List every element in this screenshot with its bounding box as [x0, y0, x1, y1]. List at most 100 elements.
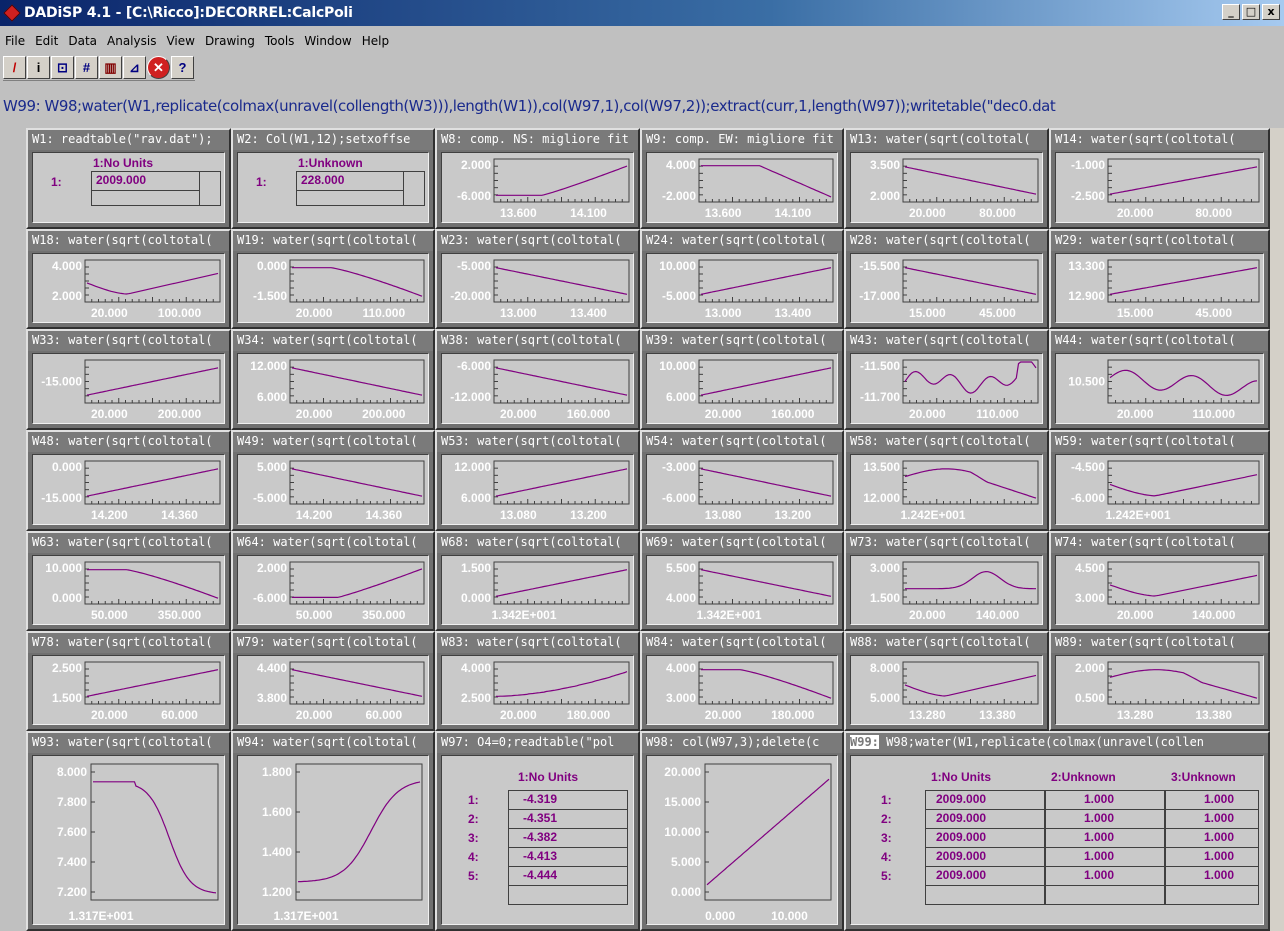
window-w34[interactable]: W34: water(sqrt(coltotal(12.000 6.000 20.0…: [231, 329, 435, 430]
window-w99-body[interactable]: 1:No Units 2:Unknown 3:Unknown 1: 2009.000 1.…: [850, 755, 1264, 925]
window-w93-title[interactable]: W93: water(sqrt(coltotal(: [28, 733, 229, 753]
window-w78-title[interactable]: W78: water(sqrt(coltotal(: [28, 633, 229, 653]
window-w97-cell[interactable]: -4.351: [508, 809, 628, 829]
window-w99-cell[interactable]: 1.000: [1045, 809, 1165, 829]
window-w64[interactable]: W64: water(sqrt(coltotal(2.000 -6.000 50.0…: [231, 531, 435, 631]
window-w98-body[interactable]: 20.000 15.000 10.000 5.000 0.000 0.000 10.000: [646, 755, 838, 925]
window-w99-cell[interactable]: 1.000: [1165, 809, 1259, 829]
window-w13[interactable]: W13: water(sqrt(coltotal(3.500 2.000 20.00…: [844, 128, 1049, 229]
window-w89-title[interactable]: W89: water(sqrt(coltotal(: [1051, 633, 1268, 653]
window-w83-title[interactable]: W83: water(sqrt(coltotal(: [437, 633, 638, 653]
window-w99-cell[interactable]: 2009.000: [925, 866, 1045, 886]
window-w44-title[interactable]: W44: water(sqrt(coltotal(: [1051, 331, 1268, 351]
window-w8-title[interactable]: W8: comp. NS: migliore fit: [437, 130, 638, 150]
window-w29-title[interactable]: W29: water(sqrt(coltotal(: [1051, 231, 1268, 251]
window-w68-title[interactable]: W68: water(sqrt(coltotal(: [437, 533, 638, 553]
window-w38[interactable]: W38: water(sqrt(coltotal(-6.000 -12.000 20…: [435, 329, 640, 430]
window-w99-cell[interactable]: 2009.000: [925, 790, 1045, 810]
window-w34-title[interactable]: W34: water(sqrt(coltotal(: [233, 331, 433, 351]
window-w48-title[interactable]: W48: water(sqrt(coltotal(: [28, 432, 229, 452]
window-w19-title[interactable]: W19: water(sqrt(coltotal(: [233, 231, 433, 251]
window-w33-body[interactable]: -15.000 20.000 200.000: [32, 353, 225, 424]
window-w99-cell[interactable]: 2009.000: [925, 809, 1045, 829]
window-w89[interactable]: W89: water(sqrt(coltotal(2.000 0.500 13.28…: [1049, 631, 1270, 731]
window-w88[interactable]: W88: water(sqrt(coltotal(8.000 5.000 13.28…: [844, 631, 1049, 731]
window-w13-body[interactable]: 3.500 2.000 20.000 80.000: [850, 152, 1043, 223]
window-w23-body[interactable]: -5.000 -20.000 13.000 13.400: [441, 253, 634, 323]
window-w93-body[interactable]: 8.000 7.800 7.600 7.400 7.200 1.317E+001: [32, 755, 225, 925]
window-w43-title[interactable]: W43: water(sqrt(coltotal(: [846, 331, 1047, 351]
window-w18-body[interactable]: 4.000 2.000 20.000 100.000: [32, 253, 225, 323]
window-w29[interactable]: W29: water(sqrt(coltotal(13.300 12.900 15.…: [1049, 229, 1270, 329]
window-w99-cell[interactable]: 1.000: [1165, 790, 1259, 810]
window-w63-body[interactable]: 10.000 0.000 50.000 350.000: [32, 555, 225, 625]
window-w23[interactable]: W23: water(sqrt(coltotal(-5.000 -20.000 13…: [435, 229, 640, 329]
window-w97-cell[interactable]: -4.319: [508, 790, 628, 810]
window-w79[interactable]: W79: water(sqrt(coltotal(4.400 3.800 20.00…: [231, 631, 435, 731]
window-w39[interactable]: W39: water(sqrt(coltotal(10.000 6.000 20.0…: [640, 329, 844, 430]
window-w14-title[interactable]: W14: water(sqrt(coltotal(: [1051, 130, 1268, 150]
menu-file[interactable]: File: [0, 31, 30, 51]
window-w53[interactable]: W53: water(sqrt(coltotal(12.000 6.000 13.0…: [435, 430, 640, 531]
window-w99[interactable]: W99: W98;water(W1,replicate(colmax(unrav…: [844, 731, 1270, 931]
window-w8-body[interactable]: 2.000 -6.000 13.600 14.100: [441, 152, 634, 223]
window-w74-title[interactable]: W74: water(sqrt(coltotal(: [1051, 533, 1268, 553]
window-w54-body[interactable]: -3.000 -6.000 13.080 13.200: [646, 454, 838, 525]
menu-drawing[interactable]: Drawing: [200, 31, 260, 51]
window-w97-body[interactable]: 1:No Units 1: -4.319 2: -4.351 3: -4.382 4: -4.4…: [441, 755, 634, 925]
window-w74[interactable]: W74: water(sqrt(coltotal(4.500 3.000 20.00…: [1049, 531, 1270, 631]
window-w53-title[interactable]: W53: water(sqrt(coltotal(: [437, 432, 638, 452]
window-w38-body[interactable]: -6.000 -12.000 20.000 160.000: [441, 353, 634, 424]
annotate-button[interactable]: ⊿: [123, 56, 146, 79]
window-w28[interactable]: W28: water(sqrt(coltotal(-15.500 -17.000 1…: [844, 229, 1049, 329]
window-w99-cell[interactable]: 2009.000: [925, 847, 1045, 867]
window-w99-cell[interactable]: 2009.000: [925, 828, 1045, 848]
vertical-scrollbar[interactable]: [1270, 128, 1284, 931]
command-line[interactable]: W99: W98;water(W1,replicate(colmax(unrav…: [0, 93, 1284, 119]
window-w33[interactable]: W33: water(sqrt(coltotal(-15.000 20.000 20…: [26, 329, 231, 430]
window-w69-title[interactable]: W69: water(sqrt(coltotal(: [642, 533, 842, 553]
window-w79-title[interactable]: W79: water(sqrt(coltotal(: [233, 633, 433, 653]
window-w99-cell[interactable]: 1.000: [1045, 790, 1165, 810]
maximize-button[interactable]: □: [1242, 4, 1260, 20]
window-w2-cell[interactable]: 228.000: [296, 171, 404, 191]
window-w19[interactable]: W19: water(sqrt(coltotal(0.000 -1.500 20.0…: [231, 229, 435, 329]
pencil-button[interactable]: /: [3, 56, 26, 79]
window-w2-title[interactable]: W2: Col(W1,12);setxoffse: [233, 130, 433, 150]
window-w84-body[interactable]: 4.000 3.000 20.000 180.000: [646, 655, 838, 725]
window-w59-title[interactable]: W59: water(sqrt(coltotal(: [1051, 432, 1268, 452]
menu-analysis[interactable]: Analysis: [102, 31, 161, 51]
window-w44[interactable]: W44: water(sqrt(coltotal(10.500 20.000 110…: [1049, 329, 1270, 430]
window-w99-title[interactable]: W99: W98;water(W1,replicate(colmax(unrav…: [846, 733, 1268, 753]
window-w99-cell[interactable]: 1.000: [1045, 828, 1165, 848]
window-w2-body[interactable]: 1:Unknown 1: 228.000: [237, 152, 429, 223]
window-w24-title[interactable]: W24: water(sqrt(coltotal(: [642, 231, 842, 251]
window-w39-title[interactable]: W39: water(sqrt(coltotal(: [642, 331, 842, 351]
window-w34-body[interactable]: 12.000 6.000 20.000 200.000: [237, 353, 429, 424]
window-w68[interactable]: W68: water(sqrt(coltotal(1.500 0.000 1.342…: [435, 531, 640, 631]
window-w89-body[interactable]: 2.000 0.500 13.280 13.380: [1055, 655, 1264, 725]
menu-view[interactable]: View: [161, 31, 199, 51]
window-w14-body[interactable]: -1.000 -2.500 20.000 80.000: [1055, 152, 1264, 223]
active-window-label[interactable]: W99:: [850, 735, 879, 749]
window-w1-body[interactable]: 1:No Units 1: 2009.000: [32, 152, 225, 223]
minimize-button[interactable]: _: [1222, 4, 1240, 20]
menu-edit[interactable]: Edit: [30, 31, 63, 51]
window-w33-title[interactable]: W33: water(sqrt(coltotal(: [28, 331, 229, 351]
window-w97-cell[interactable]: -4.413: [508, 847, 628, 867]
window-w98[interactable]: W98: col(W97,3);delete(c 20.000 15.000 10.0…: [640, 731, 844, 931]
window-w18-title[interactable]: W18: water(sqrt(coltotal(: [28, 231, 229, 251]
window-w68-body[interactable]: 1.500 0.000 1.342E+001: [441, 555, 634, 625]
grid-button[interactable]: #: [75, 56, 98, 79]
window-w24[interactable]: W24: water(sqrt(coltotal(10.000 -5.000 13.…: [640, 229, 844, 329]
window-w54-title[interactable]: W54: water(sqrt(coltotal(: [642, 432, 842, 452]
window-w24-body[interactable]: 10.000 -5.000 13.000 13.400: [646, 253, 838, 323]
window-w97-cell[interactable]: -4.382: [508, 828, 628, 848]
stop-button[interactable]: ✕: [147, 56, 170, 79]
window-w9[interactable]: W9: comp. EW: migliore fit 4.000 -2.000 13.…: [640, 128, 844, 229]
window-w59-body[interactable]: -4.500 -6.000 1.242E+001: [1055, 454, 1264, 525]
window-w63[interactable]: W63: water(sqrt(coltotal(10.000 0.000 50.0…: [26, 531, 231, 631]
window-w58-body[interactable]: 13.500 12.000 1.242E+001: [850, 454, 1043, 525]
window-w14[interactable]: W14: water(sqrt(coltotal(-1.000 -2.500 20.…: [1049, 128, 1270, 229]
window-w73-body[interactable]: 3.000 1.500 20.000 140.000: [850, 555, 1043, 625]
